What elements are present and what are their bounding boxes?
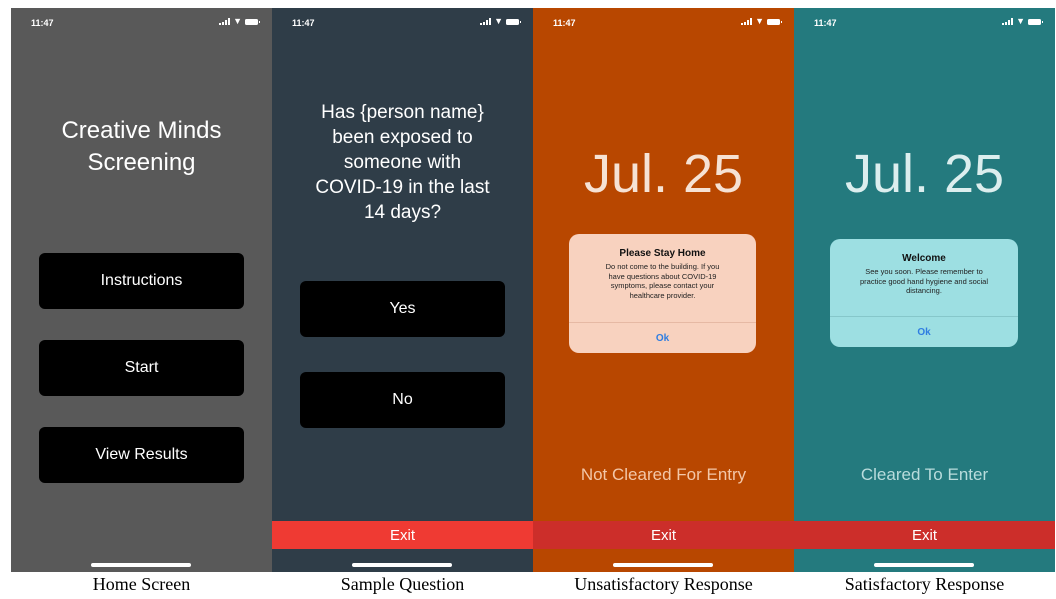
alert-divider bbox=[830, 316, 1018, 317]
entry-status: Cleared To Enter bbox=[860, 465, 989, 484]
battery-icon bbox=[245, 18, 260, 25]
status-icons: ▼ bbox=[1002, 16, 1043, 26]
yes-button[interactable]: Yes bbox=[300, 281, 505, 337]
exit-button[interactable]: Exit bbox=[533, 521, 794, 549]
entry-status: Not Cleared For Entry bbox=[580, 465, 747, 484]
battery-icon bbox=[506, 18, 521, 25]
ok-button[interactable]: Ok bbox=[569, 325, 756, 351]
app-title: Creative Minds Screening bbox=[61, 117, 222, 176]
status-time: 11:47 bbox=[292, 18, 315, 28]
caption-unsatisfactory-response: Unsatisfactory Response bbox=[574, 574, 753, 594]
battery-icon bbox=[1028, 18, 1043, 25]
home-indicator[interactable] bbox=[352, 563, 452, 567]
wifi-icon: ▼ bbox=[494, 16, 503, 26]
exit-button[interactable]: Exit bbox=[794, 521, 1055, 549]
alert-message: Do not come to the building. If you have… bbox=[605, 262, 720, 300]
status-bar: 11:47 ▼ bbox=[272, 8, 533, 34]
stay-home-alert: Please Stay Home Do not come to the buil… bbox=[569, 234, 756, 353]
battery-icon bbox=[767, 18, 782, 25]
instructions-button[interactable]: Instructions bbox=[39, 253, 244, 309]
signal-icon bbox=[1002, 18, 1014, 25]
wifi-icon: ▼ bbox=[233, 16, 242, 26]
status-icons: ▼ bbox=[741, 16, 782, 26]
alert-title: Welcome bbox=[902, 253, 946, 264]
alert-message: See you soon. Please remember to practic… bbox=[859, 267, 988, 295]
view-results-button[interactable]: View Results bbox=[39, 427, 244, 483]
unsatisfactory-response-screen: 11:47 ▼ Jul. 25 Please Stay Home Do not … bbox=[533, 8, 794, 572]
sample-question-screen: 11:47 ▼ Has {person name} been exposed t… bbox=[272, 8, 533, 572]
status-time: 11:47 bbox=[553, 18, 576, 28]
status-bar: 11:47 ▼ bbox=[794, 8, 1055, 34]
satisfactory-response-screen: 11:47 ▼ Jul. 25 Welcome See you soon. Pl… bbox=[794, 8, 1055, 572]
caption-sample-question: Sample Question bbox=[340, 574, 465, 594]
caption-home-screen: Home Screen bbox=[92, 574, 191, 594]
status-icons: ▼ bbox=[480, 16, 521, 26]
status-bar: 11:47 ▼ bbox=[11, 8, 272, 34]
status-icons: ▼ bbox=[219, 16, 260, 26]
status-time: 11:47 bbox=[31, 18, 54, 28]
no-button[interactable]: No bbox=[300, 372, 505, 428]
signal-icon bbox=[741, 18, 753, 25]
home-indicator[interactable] bbox=[874, 563, 974, 567]
home-screen: 11:47 ▼ Creative Minds Screening Instruc… bbox=[11, 8, 272, 572]
exit-button[interactable]: Exit bbox=[272, 521, 533, 549]
date-label: Jul. 25 bbox=[844, 144, 1005, 204]
wifi-icon: ▼ bbox=[1016, 16, 1025, 26]
ok-button[interactable]: Ok bbox=[830, 319, 1018, 345]
wifi-icon: ▼ bbox=[755, 16, 764, 26]
date-label: Jul. 25 bbox=[583, 144, 744, 204]
home-indicator[interactable] bbox=[91, 563, 191, 567]
welcome-alert: Welcome See you soon. Please remember to… bbox=[830, 239, 1018, 347]
signal-icon bbox=[480, 18, 492, 25]
question-text: Has {person name} been exposed to someon… bbox=[315, 102, 490, 223]
home-indicator[interactable] bbox=[613, 563, 713, 567]
start-button[interactable]: Start bbox=[39, 340, 244, 396]
status-time: 11:47 bbox=[814, 18, 837, 28]
signal-icon bbox=[219, 18, 231, 25]
caption-satisfactory-response: Satisfactory Response bbox=[844, 574, 1005, 594]
alert-title: Please Stay Home bbox=[619, 248, 706, 259]
alert-divider bbox=[569, 322, 756, 323]
status-bar: 11:47 ▼ bbox=[533, 8, 794, 34]
